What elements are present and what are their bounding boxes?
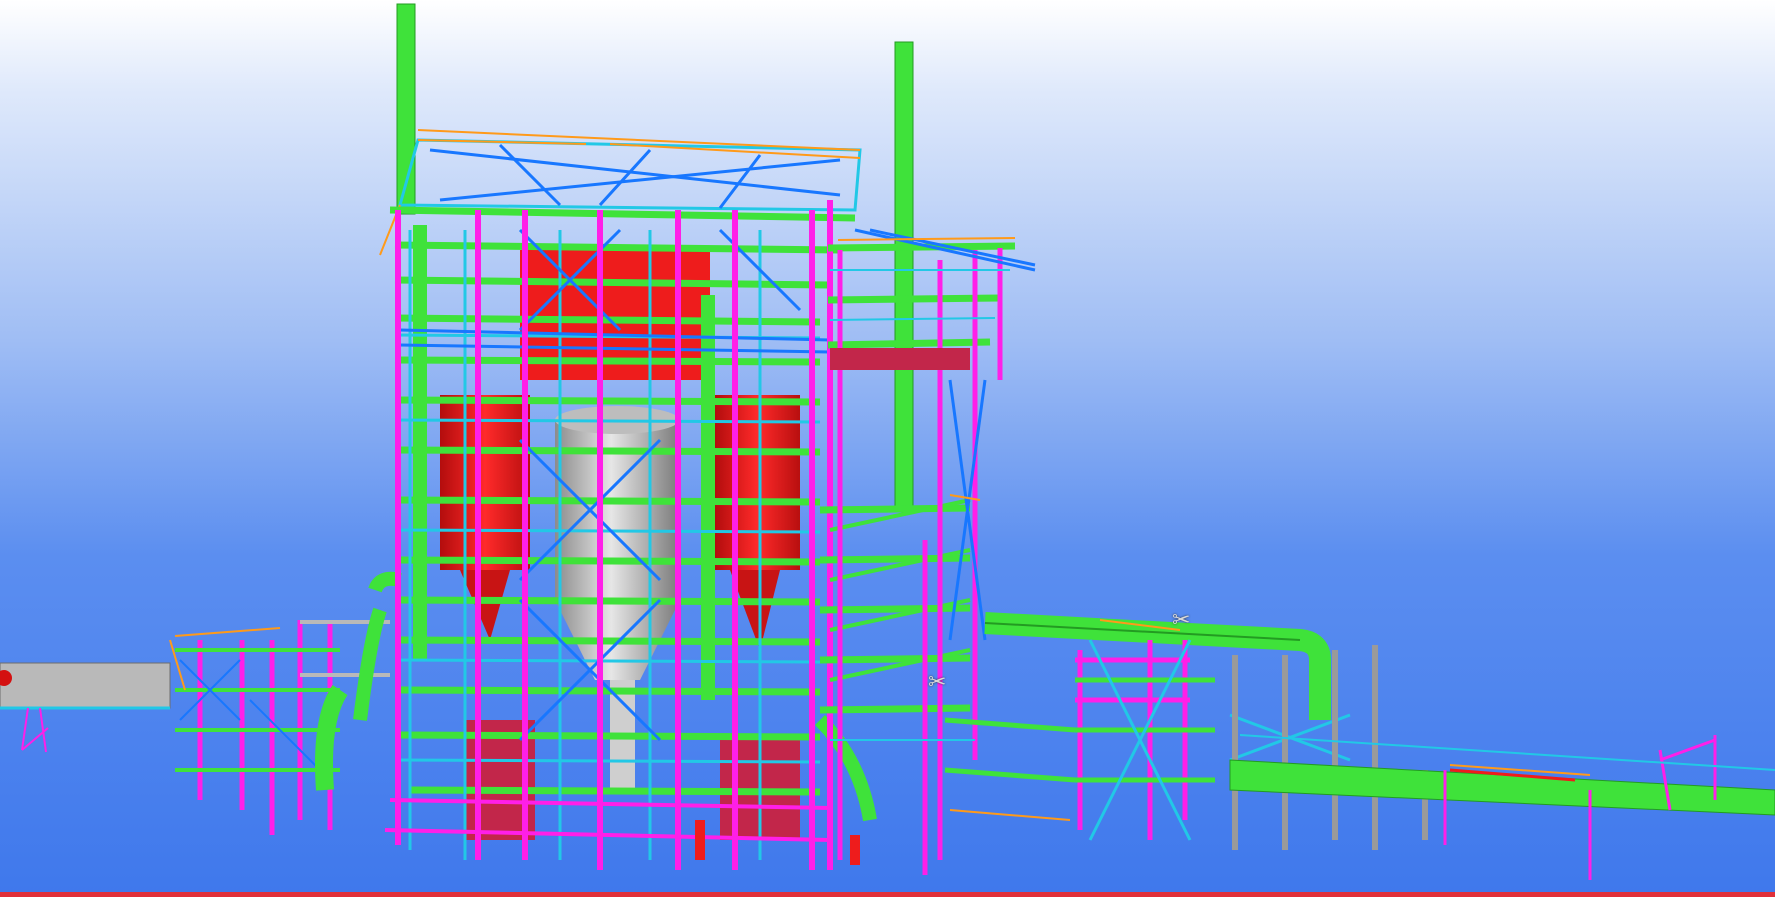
- model-viewport[interactable]: ✂ ✂: [0, 0, 1775, 897]
- small-tower[interactable]: [944, 619, 1351, 841]
- view-bottom-strip: [0, 892, 1775, 897]
- left-conveyor[interactable]: [0, 662, 171, 753]
- scissors-icon[interactable]: ✂: [1172, 610, 1190, 632]
- plant-3d-model[interactable]: [0, 0, 1775, 897]
- scissors-icon[interactable]: ✂: [928, 672, 946, 694]
- left-structure[interactable]: [169, 607, 390, 835]
